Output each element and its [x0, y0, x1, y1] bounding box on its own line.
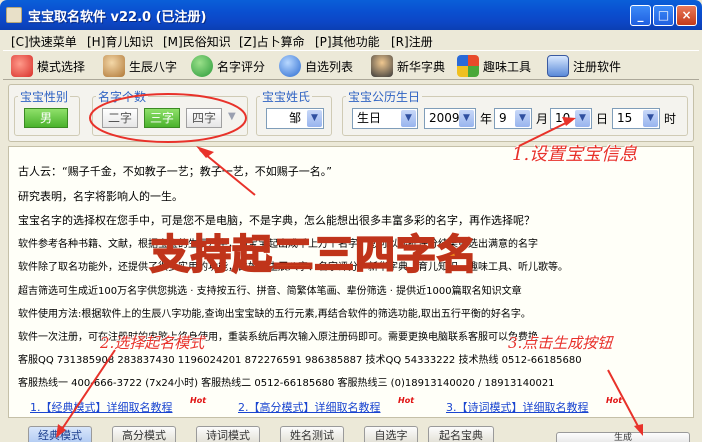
tab-handbook[interactable]: 起名宝典: [428, 426, 494, 442]
tutorial-link-classic[interactable]: 1.【经典模式】详细取名教程: [30, 399, 173, 415]
surname-dropdown-icon[interactable]: ▼: [307, 110, 322, 127]
year-dropdown-icon[interactable]: ▼: [459, 110, 474, 127]
menu-childcare[interactable]: [H]育儿知识: [87, 33, 153, 50]
toolbar-register[interactable]: 注册软件: [547, 54, 621, 78]
hour-unit: 时: [664, 112, 677, 126]
month-unit: 月: [536, 112, 549, 126]
hour-select[interactable]: 15 ▼: [612, 108, 660, 129]
tab-classic[interactable]: 经典模式: [28, 426, 92, 442]
day-unit: 日: [596, 112, 609, 126]
menu-register[interactable]: [R]注册: [391, 33, 433, 50]
app-icon: [6, 7, 22, 23]
month-select[interactable]: 9 ▼: [494, 108, 532, 129]
calendar-dropdown-icon[interactable]: ▼: [401, 110, 416, 127]
hour-dropdown-icon[interactable]: ▼: [643, 110, 658, 127]
toolbar-label: 趣味工具: [483, 59, 532, 74]
count-arrow-icon: ▼: [228, 111, 236, 122]
day-value: 10: [555, 111, 571, 125]
hot-badge: Hot: [190, 396, 207, 405]
toolbar: 模式选择 生辰八字 名字评分 自选列表 新华字典 趣味工具 注册软件: [3, 50, 699, 80]
gender-label: 宝宝性别: [18, 88, 71, 105]
tab-name-test[interactable]: 姓名测试: [280, 426, 344, 442]
generate-button[interactable]: 生成: [556, 432, 690, 442]
day-select[interactable]: 10 ▼: [550, 108, 592, 129]
count-option-three[interactable]: 三字: [144, 108, 180, 128]
calendar-select[interactable]: 生日 ▼: [352, 108, 418, 129]
contact-line: 客服热线一 400-666-3722 (7x24小时) 客服热线二 0512-6…: [18, 378, 555, 389]
heart-icon: [11, 55, 33, 77]
toolbar-label: 名字评分: [217, 59, 266, 74]
calendar-value: 生日: [357, 111, 382, 125]
count-option-two[interactable]: 二字: [102, 108, 138, 128]
tab-custom-char[interactable]: 自选字: [364, 426, 418, 442]
minimize-button[interactable]: _: [630, 5, 651, 26]
windows-icon: [457, 55, 479, 77]
toolbar-label: 自选列表: [305, 59, 354, 74]
toolbar-mode-select[interactable]: 模式选择: [11, 54, 85, 78]
contact-line: 客服QQ 731385908 283837430 1196024201 8722…: [18, 355, 582, 366]
intro-line: 古人云：“赐子千金，不如教子一艺；教子一艺，不如赐子一名。”: [18, 165, 332, 178]
close-button[interactable]: ×: [676, 5, 697, 26]
tab-poetry[interactable]: 诗词模式: [196, 426, 260, 442]
intro-line: 超吉筛选可生成近100万名字供您挑选 · 支持按五行、拼音、简繁体笔画、辈份筛选…: [18, 286, 522, 297]
intro-line: 软件除了取名功能外，还提供了很多实用的功能，比如：生辰八字、名字评分、新华字典、…: [18, 262, 568, 273]
scholar-icon: [371, 55, 393, 77]
count-option-four[interactable]: 四字: [186, 108, 222, 128]
surname-value: 邹: [288, 111, 301, 125]
window-title: 宝宝取名软件 v22.0 (已注册): [28, 10, 207, 25]
title-bar[interactable]: 宝宝取名软件 v22.0 (已注册) _ □ ×: [0, 0, 702, 30]
hour-value: 15: [617, 111, 633, 125]
intro-line: 软件一次注册，可在注册时的电脑上终身使用，重装系统后再次输入原注册码即可。需要更…: [18, 332, 538, 343]
arrow-icon: [191, 55, 213, 77]
day-dropdown-icon[interactable]: ▼: [575, 110, 590, 127]
toolbar-bazi[interactable]: 生辰八字: [103, 54, 177, 78]
toolbar-fun-tools[interactable]: 趣味工具: [457, 54, 531, 78]
monitor-icon: [547, 55, 569, 77]
hot-badge: Hot: [398, 396, 415, 405]
toolbar-label: 生辰八字: [129, 59, 178, 74]
toolbar-dictionary[interactable]: 新华字典: [371, 54, 445, 78]
surname-label: 宝宝姓氏: [260, 88, 313, 105]
menu-folklore[interactable]: [M]民俗知识: [163, 33, 231, 50]
birthday-label: 宝宝公历生日: [346, 88, 423, 105]
intro-line: 研究表明，名字将影响人的一生。: [18, 190, 183, 203]
tutorial-link-highscore[interactable]: 2.【高分模式】详细取名教程: [238, 399, 381, 415]
intro-line: 软件参考各种书籍、文献，根据宝宝的生辰八字，为宝宝起出成千上万个名字，您可以根据…: [18, 239, 538, 250]
toolbar-name-score[interactable]: 名字评分: [191, 54, 265, 78]
menu-bar: [C]快速菜单 [H]育儿知识 [M]民俗知识 [Z]占卜算命 [P]其他功能 …: [3, 30, 699, 50]
surname-input[interactable]: 邹 ▼: [266, 108, 324, 129]
year-select[interactable]: 2009 ▼: [424, 108, 476, 129]
intro-line: 软件使用方法:根据软件上的生辰八字功能,查询出宝宝缺的五行元素,再结合软件的筛选…: [18, 309, 531, 320]
maximize-button[interactable]: □: [653, 5, 674, 26]
toolbar-label: 模式选择: [37, 59, 86, 74]
toolbar-label: 新华字典: [397, 59, 446, 74]
toolbar-custom-list[interactable]: 自选列表: [279, 54, 353, 78]
hot-badge: Hot: [606, 396, 623, 405]
people-icon: [103, 55, 125, 77]
tab-highscore[interactable]: 高分模式: [112, 426, 176, 442]
year-value: 2009: [429, 111, 460, 125]
menu-quick[interactable]: [C]快速菜单: [11, 33, 77, 50]
month-value: 9: [499, 111, 507, 125]
menu-other[interactable]: [P]其他功能: [315, 33, 380, 50]
name-count-label: 名字个数: [96, 88, 149, 105]
intro-line: 宝宝名字的选择权在您手中，可是您不是电脑，不是字典，怎么能想出很多丰富多彩的名字…: [18, 214, 535, 227]
globe-icon: [279, 55, 301, 77]
tutorial-link-poetry[interactable]: 3.【诗词模式】详细取名教程: [446, 399, 589, 415]
gender-toggle[interactable]: 男: [24, 108, 68, 128]
year-unit: 年: [480, 112, 493, 126]
generate-label: 生成: [613, 433, 632, 442]
menu-divination[interactable]: [Z]占卜算命: [239, 33, 305, 50]
month-dropdown-icon[interactable]: ▼: [515, 110, 530, 127]
toolbar-label: 注册软件: [573, 59, 622, 74]
